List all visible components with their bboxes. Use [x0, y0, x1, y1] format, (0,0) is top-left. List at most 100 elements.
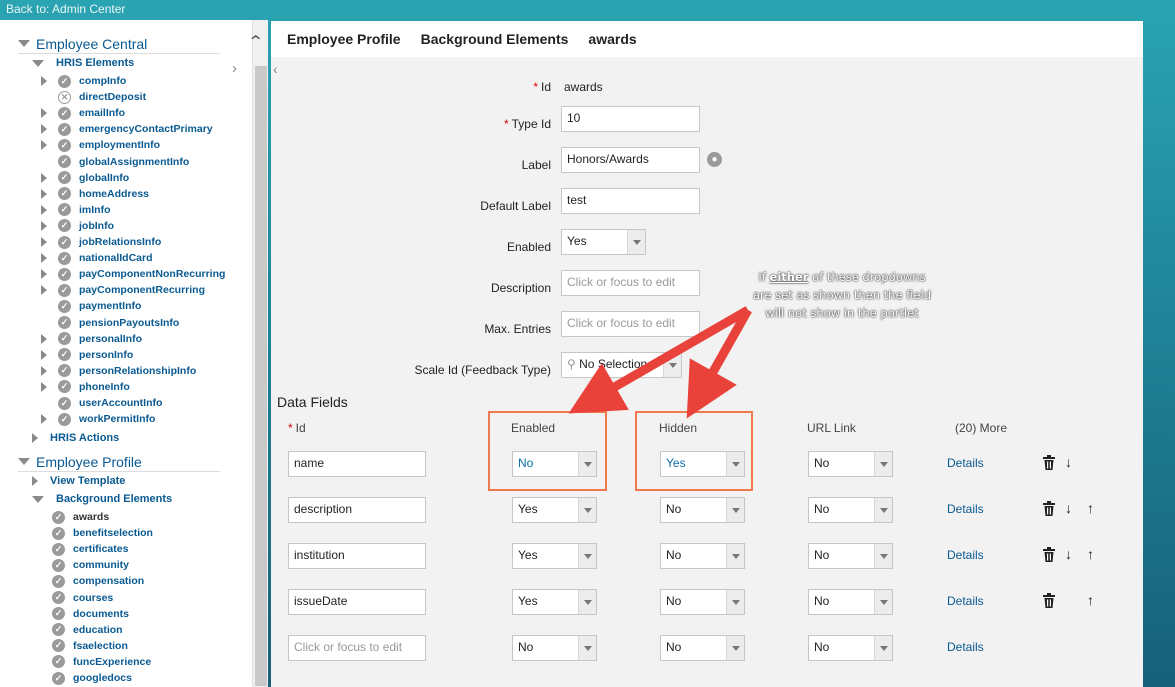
back-to-admin-center-link[interactable]: Back to: Admin Center — [6, 2, 125, 16]
tree-item-employmentInfo[interactable]: ✓ employmentInfo — [36, 137, 160, 153]
chevron-right-icon[interactable]: › — [232, 60, 237, 77]
field-enabled-dropdown[interactable]: Yes — [512, 543, 597, 569]
move-up-icon[interactable]: ↑ — [1087, 592, 1094, 608]
tree-item-awards[interactable]: ✓ awards — [52, 509, 109, 525]
field-id-input[interactable]: institution — [288, 543, 426, 569]
tree-item-pensionPayoutsInfo[interactable]: ✓ pensionPayoutsInfo — [36, 315, 179, 331]
expand-icon[interactable] — [41, 269, 47, 280]
field-id-input[interactable]: Click or focus to edit — [288, 635, 426, 661]
chevron-down-icon[interactable] — [726, 590, 744, 614]
field-url-link-dropdown[interactable]: No — [808, 635, 893, 661]
expand-icon[interactable] — [41, 253, 47, 264]
tree-node-view-template[interactable]: View Template — [32, 473, 125, 489]
trash-icon[interactable] — [1042, 547, 1056, 567]
chevron-down-icon[interactable] — [874, 452, 892, 476]
tree-item-personalInfo[interactable]: ✓ personalInfo — [36, 331, 142, 347]
field-hidden-dropdown[interactable]: No — [660, 497, 745, 523]
field-url-link-dropdown[interactable]: No — [808, 589, 893, 615]
tree-section-employee-central[interactable]: Employee Central — [18, 34, 220, 54]
move-down-icon[interactable]: ↓ — [1065, 454, 1072, 470]
details-link[interactable]: Details — [947, 502, 984, 516]
tree-item-funcExperience[interactable]: ✓ funcExperience — [52, 654, 151, 670]
tree-item-benefitselection[interactable]: ✓ benefitselection — [52, 525, 153, 541]
details-link[interactable]: Details — [947, 594, 984, 608]
chevron-left-icon[interactable]: ‹ — [273, 61, 278, 77]
label-input[interactable]: Honors/Awards — [561, 147, 700, 173]
scale-id-dropdown[interactable]: ⚲ No Selection — [561, 352, 682, 378]
tree-item-certificates[interactable]: ✓ certificates — [52, 541, 128, 557]
chevron-down-icon[interactable] — [663, 353, 681, 377]
max-entries-input[interactable]: Click or focus to edit — [561, 311, 700, 337]
chevron-down-icon[interactable] — [578, 544, 596, 568]
breadcrumb-employee-profile[interactable]: Employee Profile — [287, 31, 401, 47]
field-hidden-dropdown[interactable]: No — [660, 635, 745, 661]
tree-item-googledocs[interactable]: ✓ googledocs — [52, 670, 132, 686]
default-label-input[interactable]: test — [561, 188, 700, 214]
expand-icon[interactable] — [41, 188, 47, 199]
tree-item-globalAssignmentInfo[interactable]: ✓ globalAssignmentInfo — [36, 154, 189, 170]
expand-icon[interactable] — [41, 285, 47, 296]
tree-item-directDeposit[interactable]: ✕ directDeposit — [36, 89, 146, 105]
chevron-down-icon[interactable] — [726, 636, 744, 660]
collapse-icon[interactable] — [18, 458, 30, 465]
tree-item-payComponentRecurring[interactable]: ✓ payComponentRecurring — [36, 282, 205, 298]
expand-icon[interactable] — [41, 414, 47, 425]
col-head-more[interactable]: (20) More — [955, 421, 1007, 435]
move-up-icon[interactable]: ↑ — [1087, 546, 1094, 562]
field-id-input[interactable]: name — [288, 451, 426, 477]
tree-item-education[interactable]: ✓ education — [52, 622, 123, 638]
field-enabled-dropdown[interactable]: No — [512, 635, 597, 661]
field-enabled-dropdown[interactable]: Yes — [512, 497, 597, 523]
breadcrumb-background-elements[interactable]: Background Elements — [421, 31, 569, 47]
chevron-down-icon[interactable] — [874, 636, 892, 660]
tree-node-background-elements[interactable]: Background Elements — [32, 491, 172, 507]
details-link[interactable]: Details — [947, 548, 984, 562]
tree-item-community[interactable]: ✓ community — [52, 557, 129, 573]
chevron-down-icon[interactable] — [874, 590, 892, 614]
globe-icon[interactable]: ● — [707, 152, 722, 167]
expand-icon[interactable] — [41, 333, 47, 344]
tree-item-personInfo[interactable]: ✓ personInfo — [36, 347, 133, 363]
expand-icon[interactable] — [41, 349, 47, 360]
chevron-up-icon[interactable]: ⌃ — [247, 32, 264, 52]
expand-icon[interactable] — [41, 172, 47, 183]
tree-item-globalInfo[interactable]: ✓ globalInfo — [36, 170, 129, 186]
tree-item-userAccountInfo[interactable]: ✓ userAccountInfo — [36, 395, 162, 411]
tree-node-hris-actions[interactable]: HRIS Actions — [32, 430, 119, 446]
tree-item-personRelationshipInfo[interactable]: ✓ personRelationshipInfo — [36, 363, 196, 379]
chevron-down-icon[interactable] — [578, 636, 596, 660]
expand-icon[interactable] — [41, 140, 47, 151]
tree-item-nationalIdCard[interactable]: ✓ nationalIdCard — [36, 250, 153, 266]
field-id-input[interactable]: issueDate — [288, 589, 426, 615]
tree-item-homeAddress[interactable]: ✓ homeAddress — [36, 186, 149, 202]
tree-item-emailInfo[interactable]: ✓ emailInfo — [36, 105, 125, 121]
expand-icon[interactable] — [41, 381, 47, 392]
trash-icon[interactable] — [1042, 593, 1056, 613]
chevron-down-icon[interactable] — [578, 498, 596, 522]
field-url-link-dropdown[interactable]: No — [808, 497, 893, 523]
tree-item-payComponentNonRecurring[interactable]: ✓ payComponentNonRecurring — [36, 266, 225, 282]
field-hidden-dropdown[interactable]: No — [660, 589, 745, 615]
tree-item-jobInfo[interactable]: ✓ jobInfo — [36, 218, 114, 234]
tree-item-courses[interactable]: ✓ courses — [52, 590, 113, 606]
chevron-down-icon[interactable] — [578, 590, 596, 614]
move-up-icon[interactable]: ↑ — [1087, 500, 1094, 516]
enabled-dropdown[interactable]: Yes — [561, 229, 646, 255]
tree-scrollbar[interactable] — [252, 20, 268, 687]
details-link[interactable]: Details — [947, 640, 984, 654]
type-id-input[interactable]: 10 — [561, 106, 700, 132]
chevron-down-icon[interactable] — [726, 544, 744, 568]
tree-item-paymentInfo[interactable]: ✓ paymentInfo — [36, 298, 141, 314]
expand-icon[interactable] — [41, 108, 47, 119]
move-down-icon[interactable]: ↓ — [1065, 546, 1072, 562]
scrollbar-thumb[interactable] — [255, 66, 267, 686]
field-url-link-dropdown[interactable]: No — [808, 451, 893, 477]
field-id-input[interactable]: description — [288, 497, 426, 523]
chevron-down-icon[interactable] — [627, 230, 645, 254]
expand-icon[interactable] — [41, 76, 47, 86]
field-hidden-dropdown[interactable]: No — [660, 543, 745, 569]
tree-item-workPermitInfo[interactable]: ✓ workPermitInfo — [36, 411, 155, 427]
description-input[interactable]: Click or focus to edit — [561, 270, 700, 296]
expand-icon[interactable] — [41, 237, 47, 247]
move-down-icon[interactable]: ↓ — [1065, 500, 1072, 516]
